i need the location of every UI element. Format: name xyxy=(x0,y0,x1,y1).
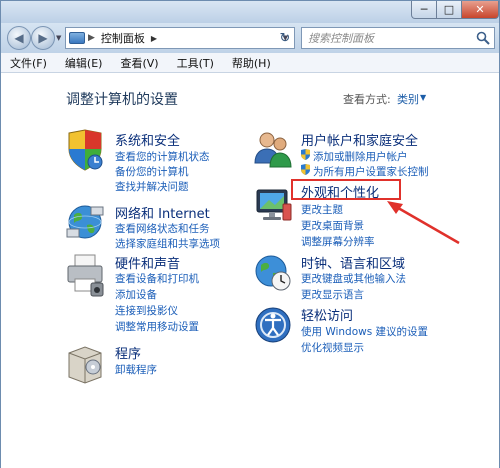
category-programs-title[interactable]: 程序 xyxy=(115,343,141,362)
close-button[interactable]: ✕ xyxy=(461,1,499,19)
link-network-status[interactable]: 查看网络状态和任务 xyxy=(115,221,210,236)
link-add-device[interactable]: 添加设备 xyxy=(115,287,157,302)
control-panel-content: 调整计算机的设置 查看方式: 类别 ▼ 系统和安全 查看您的计算机状态 备份您的… xyxy=(1,73,499,468)
category-access-title[interactable]: 轻松访问 xyxy=(301,305,353,324)
link-uninstall[interactable]: 卸载程序 xyxy=(115,362,157,377)
link-backup[interactable]: 备份您的计算机 xyxy=(115,164,189,179)
link-recommended-settings[interactable]: 使用 Windows 建议的设置 xyxy=(301,324,428,339)
link-troubleshoot[interactable]: 查找并解决问题 xyxy=(115,179,189,194)
link-check-status[interactable]: 查看您的计算机状态 xyxy=(115,149,210,164)
link-desktop-background[interactable]: 更改桌面背景 xyxy=(301,218,364,233)
category-network-title[interactable]: 网络和 Internet xyxy=(115,203,210,222)
printer-icon[interactable] xyxy=(65,253,105,297)
menu-edit[interactable]: 编辑(E) xyxy=(56,55,112,71)
menu-file[interactable]: 文件(F) xyxy=(1,55,56,71)
recent-pages-dropdown[interactable]: ▼ xyxy=(56,34,61,42)
uac-shield-icon xyxy=(301,164,310,175)
view-by-label: 查看方式: xyxy=(343,93,391,106)
page-title: 调整计算机的设置 xyxy=(66,92,178,108)
category-clock-title[interactable]: 时钟、语言和区域 xyxy=(301,253,405,272)
window-frame: ─ □ ✕ ◀ ▶ ▼ ▶ 控制面板 ▶ ▼ ↻ 搜索控制面板 文件(F) 编辑… xyxy=(0,0,500,468)
link-projector[interactable]: 连接到投影仪 xyxy=(115,303,178,318)
monitor-icon[interactable] xyxy=(253,186,293,226)
link-keyboard-input[interactable]: 更改键盘或其他输入法 xyxy=(301,271,406,286)
title-bar[interactable]: ─ □ ✕ xyxy=(1,1,499,23)
forward-button[interactable]: ▶ xyxy=(31,26,55,50)
link-add-remove-users[interactable]: 添加或删除用户帐户 xyxy=(313,149,408,164)
refresh-button[interactable]: ↻ xyxy=(274,27,296,49)
menu-bar: 文件(F) 编辑(E) 查看(V) 工具(T) 帮助(H) xyxy=(1,53,499,73)
view-by-arrow-icon[interactable]: ▼ xyxy=(420,93,426,102)
red-arrow-icon xyxy=(387,201,460,245)
category-users-title[interactable]: 用户帐户和家庭安全 xyxy=(301,130,418,149)
control-panel-icon xyxy=(69,32,85,44)
ease-of-access-icon[interactable] xyxy=(253,305,293,345)
globe-network-icon[interactable] xyxy=(65,203,105,241)
menu-help[interactable]: 帮助(H) xyxy=(223,55,280,71)
address-chevron-icon[interactable]: ▶ xyxy=(88,33,95,43)
search-icon[interactable] xyxy=(476,31,490,45)
link-optimize-display[interactable]: 优化视频显示 xyxy=(301,340,364,355)
back-button[interactable]: ◀ xyxy=(7,26,31,50)
uac-shield-icon xyxy=(301,149,310,160)
address-breadcrumb[interactable]: 控制面板 xyxy=(101,30,145,46)
menu-view[interactable]: 查看(V) xyxy=(111,55,167,71)
link-change-theme[interactable]: 更改主题 xyxy=(301,202,343,217)
programs-box-icon[interactable] xyxy=(65,343,105,385)
minimize-button[interactable]: ─ xyxy=(411,1,437,19)
clock-globe-icon[interactable] xyxy=(253,253,293,293)
link-parental-controls[interactable]: 为所有用户设置家长控制 xyxy=(313,164,429,179)
shield-flag-icon[interactable] xyxy=(65,129,105,171)
maximize-button[interactable]: □ xyxy=(436,1,462,19)
category-hardware-title[interactable]: 硬件和声音 xyxy=(115,253,180,272)
link-screen-resolution[interactable]: 调整屏幕分辨率 xyxy=(301,234,375,249)
search-placeholder: 搜索控制面板 xyxy=(308,32,374,45)
search-input[interactable]: 搜索控制面板 xyxy=(301,27,495,49)
highlight-box xyxy=(291,179,401,200)
view-by-dropdown[interactable]: 类别 xyxy=(397,91,419,107)
navigation-bar: ◀ ▶ ▼ ▶ 控制面板 ▶ ▼ ↻ 搜索控制面板 xyxy=(1,23,499,53)
menu-tools[interactable]: 工具(T) xyxy=(168,55,223,71)
link-devices-printers[interactable]: 查看设备和打印机 xyxy=(115,271,199,286)
breadcrumb-arrow-icon[interactable]: ▶ xyxy=(151,34,157,43)
link-homegroup[interactable]: 选择家庭组和共享选项 xyxy=(115,236,220,251)
link-display-language[interactable]: 更改显示语言 xyxy=(301,287,364,302)
users-icon[interactable] xyxy=(253,129,293,169)
link-mobility-settings[interactable]: 调整常用移动设置 xyxy=(115,319,199,334)
category-system-title[interactable]: 系统和安全 xyxy=(115,130,180,149)
address-bar[interactable]: ▶ 控制面板 ▶ ▼ xyxy=(65,27,295,49)
